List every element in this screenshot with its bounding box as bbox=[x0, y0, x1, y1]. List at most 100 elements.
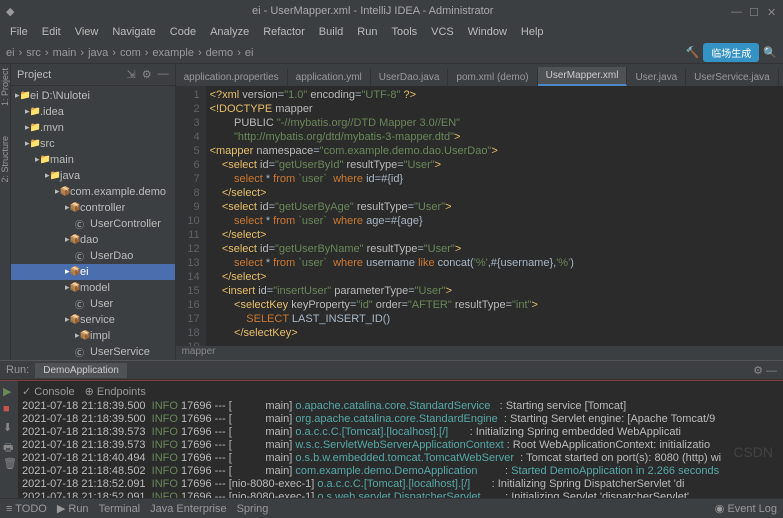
folder-icon: ▸📁 bbox=[25, 122, 37, 134]
pkg-icon: ▸📦 bbox=[65, 314, 77, 326]
minimize-icon[interactable]: — bbox=[731, 6, 741, 16]
toolbar-action-button[interactable]: 临场生成 bbox=[703, 43, 759, 62]
hammer-icon[interactable]: 🔨 bbox=[686, 46, 700, 59]
editor-tab[interactable]: User bbox=[779, 69, 783, 86]
folder-icon: ▸📁 bbox=[35, 154, 47, 166]
statusbar-item[interactable]: Terminal bbox=[99, 503, 141, 515]
pkg-icon: ▸📦 bbox=[65, 282, 77, 294]
tree-item[interactable]: ▸📁ei D:\Nulotei bbox=[11, 88, 175, 104]
tree-item[interactable]: ▸📁.idea bbox=[11, 104, 175, 120]
tree-item[interactable]: ▸📁.mvn bbox=[11, 120, 175, 136]
statusbar-item[interactable]: Spring bbox=[237, 503, 269, 515]
tree-item[interactable]: ▸📦com.example.demo bbox=[11, 184, 175, 200]
run-panel: ▶ ■ ⬇ 🖶 🗑 ✓ Console ⊕ Endpoints 2021-07-1… bbox=[0, 380, 783, 498]
run-config-tab[interactable]: DemoApplication bbox=[35, 363, 127, 378]
tree-item[interactable]: ▸📁src bbox=[11, 136, 175, 152]
statusbar: ≡ TODO ▶ Run Terminal Java Enterprise Spring… bbox=[0, 498, 783, 518]
event-log[interactable]: ◉ Event Log bbox=[715, 502, 777, 515]
menu-build[interactable]: Build bbox=[313, 24, 349, 40]
run-subtabs[interactable]: ✓ Console ⊕ Endpoints bbox=[22, 383, 779, 400]
menu-run[interactable]: Run bbox=[351, 24, 383, 40]
trash-icon[interactable]: 🗑 bbox=[3, 457, 15, 469]
gear-icon[interactable]: ⚙ bbox=[753, 365, 763, 377]
class-icon: Ⓒ bbox=[75, 346, 87, 358]
project-toolwindow-button[interactable]: 1: Project bbox=[0, 68, 10, 106]
hide-icon[interactable]: — bbox=[158, 68, 169, 81]
folder-icon: ▸📁 bbox=[15, 90, 27, 102]
run-subtab[interactable]: ⊕ Endpoints bbox=[85, 385, 146, 398]
tree-item[interactable]: ⒸUserDao bbox=[11, 248, 175, 264]
project-panel: Project ⇲ ⚙ — ▸📁ei D:\Nulotei▸📁.idea▸📁.m… bbox=[11, 64, 176, 360]
class-icon: Ⓒ bbox=[75, 250, 87, 262]
tree-item[interactable]: ⒸUserController bbox=[11, 216, 175, 232]
run-subtab[interactable]: ✓ Console bbox=[22, 385, 75, 398]
statusbar-item[interactable]: Java Enterprise bbox=[150, 503, 226, 515]
rerun-icon[interactable]: ▶ bbox=[3, 385, 15, 397]
menubar: FileEditViewNavigateCodeAnalyzeRefactorB… bbox=[0, 22, 783, 42]
menu-help[interactable]: Help bbox=[515, 24, 550, 40]
stop-icon[interactable]: ■ bbox=[3, 403, 15, 415]
tree-item[interactable]: ⒸUser bbox=[11, 296, 175, 312]
menu-vcs[interactable]: VCS bbox=[425, 24, 460, 40]
tree-item[interactable]: ▸📁java bbox=[11, 168, 175, 184]
pkg-icon: ▸📦 bbox=[65, 234, 77, 246]
editor-tab[interactable]: UserDao.java bbox=[371, 69, 449, 86]
tree-item[interactable]: ⒸUserService bbox=[11, 344, 175, 360]
window-title: ei - UserMapper.xml - IntelliJ IDEA - Ad… bbox=[14, 5, 731, 17]
editor-tabs: application.propertiesapplication.ymlUse… bbox=[176, 64, 783, 86]
gear-icon[interactable]: ⚙ bbox=[142, 68, 152, 81]
left-toolstrip: 1: Project 2: Structure bbox=[0, 64, 11, 360]
breadcrumb[interactable]: ei › src › main › java › com › example ›… bbox=[6, 47, 253, 59]
titlebar: ◆ ei - UserMapper.xml - IntelliJ IDEA - … bbox=[0, 0, 783, 22]
run-toolwindow-header: Run: DemoApplication ⚙ — bbox=[0, 360, 783, 380]
editor-breadcrumb[interactable]: mapper bbox=[176, 346, 783, 360]
editor-tab[interactable]: application.yml bbox=[288, 69, 371, 86]
tree-item[interactable]: ▸📦controller bbox=[11, 200, 175, 216]
menu-view[interactable]: View bbox=[69, 24, 105, 40]
pkg-icon: ▸📦 bbox=[65, 266, 77, 278]
statusbar-item[interactable]: ≡ TODO bbox=[6, 503, 47, 515]
pkg-icon: ▸📦 bbox=[75, 330, 87, 342]
collapse-icon[interactable]: ⇲ bbox=[126, 68, 135, 81]
project-tree[interactable]: ▸📁ei D:\Nulotei▸📁.idea▸📁.mvn▸📁src▸📁main▸… bbox=[11, 86, 175, 360]
menu-analyze[interactable]: Analyze bbox=[204, 24, 255, 40]
statusbar-item[interactable]: ▶ Run bbox=[57, 502, 89, 515]
editor-tab[interactable]: User.java bbox=[627, 69, 686, 86]
editor-tab[interactable]: UserService.java bbox=[686, 69, 779, 86]
structure-toolwindow-button[interactable]: 2: Structure bbox=[0, 136, 10, 183]
menu-tools[interactable]: Tools bbox=[385, 24, 423, 40]
tree-item[interactable]: ▸📦model bbox=[11, 280, 175, 296]
menu-edit[interactable]: Edit bbox=[36, 24, 67, 40]
class-icon: Ⓒ bbox=[75, 218, 87, 230]
app-icon: ◆ bbox=[6, 5, 14, 18]
gutter: 12345678910111213141516171819 bbox=[176, 86, 206, 346]
console-output[interactable]: 2021-07-18 21:18:39.500 INFO 17696 --- [… bbox=[22, 400, 779, 498]
folder-icon: ▸📁 bbox=[45, 170, 57, 182]
close-icon[interactable]: ✕ bbox=[767, 6, 777, 16]
code-editor[interactable]: <?xml version="1.0" encoding="UTF-8" ?><… bbox=[206, 86, 783, 346]
print-icon[interactable]: 🖶 bbox=[3, 439, 15, 451]
editor-tab[interactable]: application.properties bbox=[176, 69, 288, 86]
tree-item[interactable]: ▸📁main bbox=[11, 152, 175, 168]
hide-icon[interactable]: — bbox=[766, 365, 777, 377]
editor-tab[interactable]: pom.xml (demo) bbox=[448, 69, 537, 86]
tree-item[interactable]: ▸📦impl bbox=[11, 328, 175, 344]
menu-window[interactable]: Window bbox=[462, 24, 513, 40]
down-icon[interactable]: ⬇ bbox=[3, 421, 15, 433]
panel-title: Project bbox=[17, 69, 51, 81]
navbar: ei › src › main › java › com › example ›… bbox=[0, 42, 783, 64]
menu-file[interactable]: File bbox=[4, 24, 34, 40]
run-label: Run: bbox=[6, 364, 29, 376]
tree-item[interactable]: ▸📦ei bbox=[11, 264, 175, 280]
search-icon[interactable]: 🔍 bbox=[763, 46, 777, 59]
tree-item[interactable]: ▸📦dao bbox=[11, 232, 175, 248]
folder-icon: ▸📁 bbox=[25, 106, 37, 118]
menu-refactor[interactable]: Refactor bbox=[257, 24, 311, 40]
menu-navigate[interactable]: Navigate bbox=[106, 24, 161, 40]
editor-tab[interactable]: UserMapper.xml bbox=[538, 67, 628, 86]
pkg-icon: ▸📦 bbox=[55, 186, 67, 198]
menu-code[interactable]: Code bbox=[164, 24, 202, 40]
tree-item[interactable]: ▸📦service bbox=[11, 312, 175, 328]
folder-icon: ▸📁 bbox=[25, 138, 37, 150]
maximize-icon[interactable]: ☐ bbox=[749, 6, 759, 16]
